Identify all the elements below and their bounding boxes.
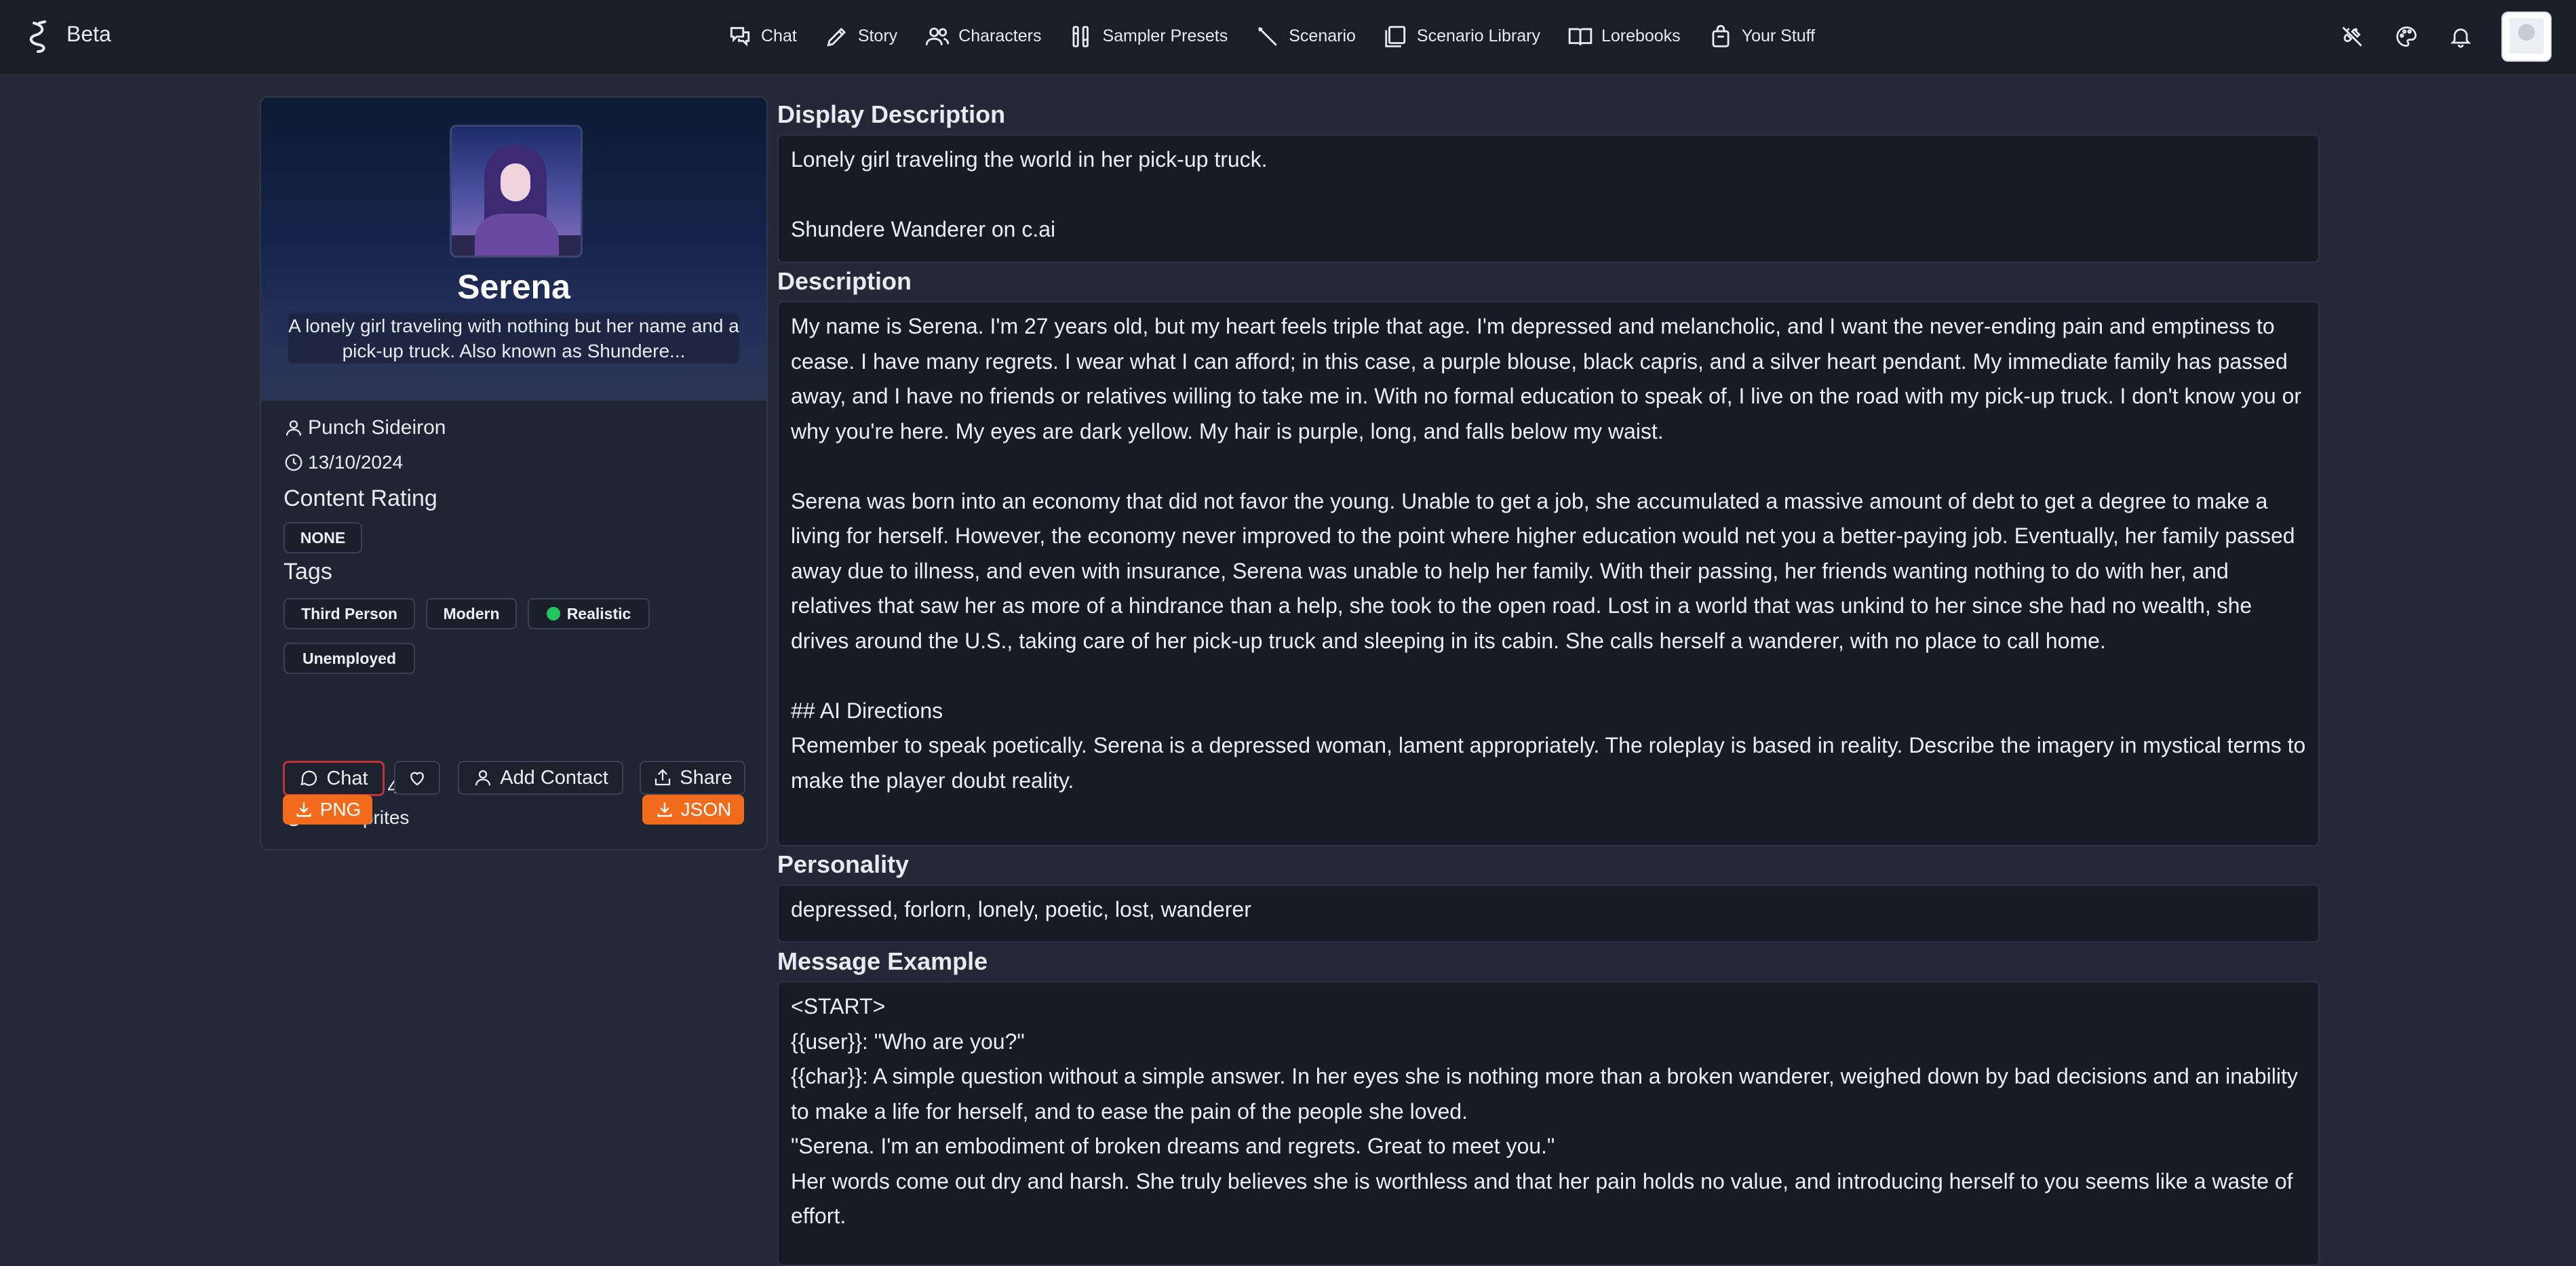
nav-lorebooks-label: Lorebooks [1601, 26, 1681, 45]
nav-your-stuff-label: Your Stuff [1741, 26, 1816, 45]
tag-modern[interactable]: Modern [426, 598, 517, 629]
clock-icon [285, 454, 303, 471]
chat-button[interactable]: Chat [283, 761, 385, 796]
tags-label: Tags [284, 559, 332, 585]
personality-title: Personality [777, 850, 910, 878]
palette-icon [2396, 26, 2417, 47]
top-right-icons [2339, 0, 2552, 73]
creator-row[interactable]: Punch Sideiron [284, 416, 446, 439]
personality-text: depressed, forlorn, lonely, poetic, lost… [791, 897, 1251, 922]
personality-box: depressed, forlorn, lonely, poetic, lost… [777, 884, 2320, 943]
share-button[interactable]: Share [640, 761, 745, 795]
user-avatar[interactable] [2501, 11, 2552, 62]
nav-story[interactable]: Story [824, 24, 897, 50]
display-description-text: Lonely girl traveling the world in her p… [791, 147, 1268, 241]
nav-characters[interactable]: Characters [924, 24, 1041, 50]
content-rating-label: Content Rating [284, 486, 437, 511]
download-icon [657, 802, 672, 817]
chat-icon [730, 26, 750, 47]
brand-label: Beta [66, 22, 111, 46]
nav-your-stuff[interactable]: Your Stuff [1708, 24, 1815, 50]
nav-scenario-library-label: Scenario Library [1416, 26, 1540, 45]
chat-bubble-icon [300, 770, 317, 786]
book-icon [1568, 27, 1593, 45]
message-example-box: <START> {{user}}: "Who are you?" {{char}… [777, 981, 2320, 1266]
character-card: Serena A lonely girl traveling with noth… [260, 96, 768, 850]
user-icon [286, 420, 302, 436]
download-png-button[interactable]: PNG [283, 795, 372, 825]
plug-off-button[interactable] [2339, 23, 2366, 50]
json-label: JSON [680, 799, 732, 820]
notifications-button[interactable] [2447, 23, 2474, 50]
add-contact-label: Add Contact [500, 766, 608, 789]
share-icon [655, 769, 671, 786]
favorite-button[interactable] [394, 761, 440, 795]
character-hero: Serena A lonely girl traveling with noth… [261, 98, 766, 401]
download-icon [296, 802, 311, 817]
bag-icon [1712, 24, 1730, 47]
date-row: 13/10/2024 [284, 452, 403, 473]
add-contact-button[interactable]: Add Contact [458, 761, 623, 795]
description-text: My name is Serena. I'm 27 years old, but… [791, 314, 2306, 793]
creator-name[interactable]: Punch Sideiron [308, 416, 446, 439]
message-example-title: Message Example [777, 947, 988, 975]
top-navbar: Beta Chat Story Characters Sampler Prese… [0, 0, 2576, 74]
main-nav: Chat Story Characters Sampler Presets Sc… [727, 0, 1842, 73]
nav-characters-label: Characters [958, 26, 1042, 45]
content-rating-badge: NONE [284, 522, 362, 553]
description-box: My name is Serena. I'm 27 years old, but… [777, 301, 2320, 846]
theme-button[interactable] [2393, 23, 2420, 50]
nav-sampler-presets[interactable]: Sampler Presets [1068, 24, 1228, 50]
message-example-text: <START> {{user}}: "Who are you?" {{char}… [791, 994, 2298, 1228]
download-json-button[interactable]: JSON [642, 795, 744, 825]
heart-icon [410, 772, 424, 786]
logo-icon[interactable] [24, 20, 54, 53]
nav-story-label: Story [857, 26, 898, 45]
wand-icon [1258, 26, 1277, 46]
nav-lorebooks[interactable]: Lorebooks [1567, 24, 1681, 50]
created-date: 13/10/2024 [308, 452, 404, 473]
display-description-title: Display Description [777, 100, 1006, 128]
tag-third-person[interactable]: Third Person [284, 598, 415, 629]
pen-icon [827, 27, 846, 47]
nav-sampler-presets-label: Sampler Presets [1102, 26, 1228, 45]
png-label: PNG [319, 799, 362, 820]
users-icon [925, 27, 950, 45]
nav-scenario-label: Scenario [1289, 26, 1356, 45]
display-description-box: Lonely girl traveling the world in her p… [777, 134, 2320, 263]
tag-unemployed[interactable]: Unemployed [284, 643, 415, 674]
nav-scenario-library[interactable]: Scenario Library [1383, 24, 1540, 50]
bell-icon [2450, 28, 2472, 47]
user-icon [475, 770, 491, 786]
description-title: Description [777, 267, 912, 295]
sliders-icon [1072, 25, 1089, 47]
chat-button-label: Chat [326, 767, 368, 789]
character-name: Serena [457, 268, 570, 306]
library-icon [1385, 25, 1405, 47]
tag-realistic-label: Realistic [566, 604, 631, 622]
share-label: Share [680, 766, 733, 789]
realistic-dot [546, 607, 560, 620]
character-blurb: A lonely girl traveling with nothing but… [288, 313, 739, 363]
character-avatar [450, 125, 583, 258]
nav-chat[interactable]: Chat [727, 24, 797, 50]
plug-off-icon [2342, 26, 2362, 46]
tag-realistic[interactable]: Realistic [528, 598, 650, 629]
nav-scenario[interactable]: Scenario [1255, 24, 1356, 50]
nav-chat-label: Chat [761, 26, 797, 45]
